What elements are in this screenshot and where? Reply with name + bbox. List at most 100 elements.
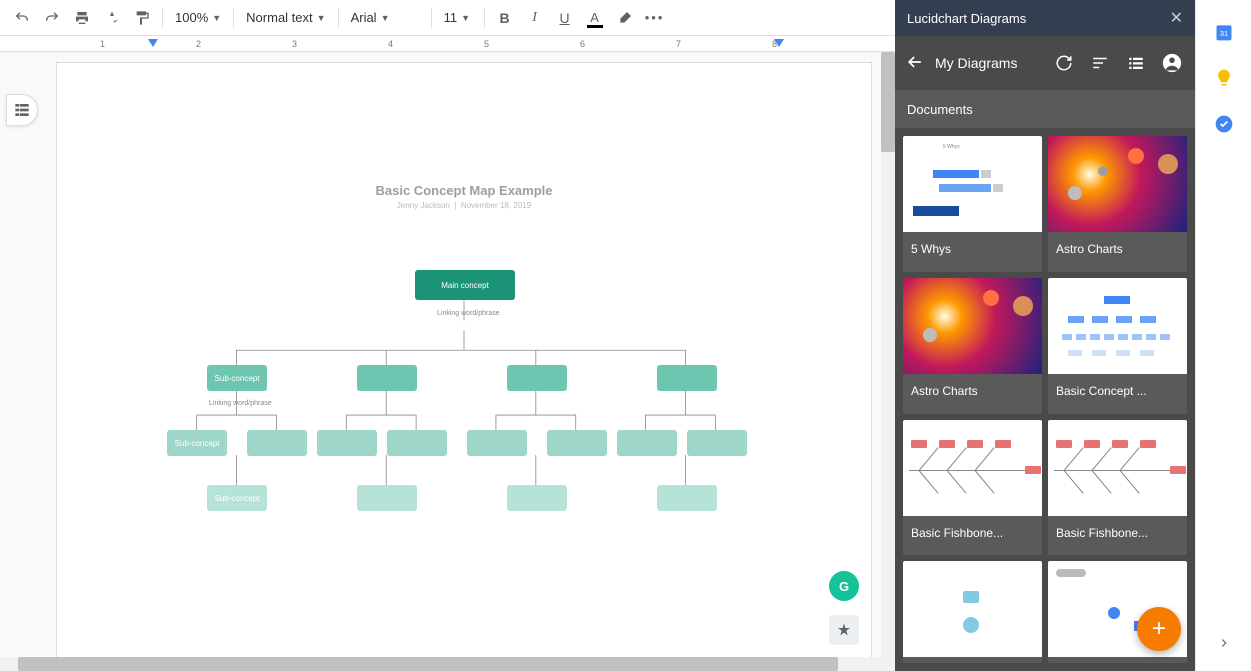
chevron-down-icon: ▼ — [317, 13, 326, 23]
redo-button[interactable] — [38, 4, 66, 32]
diagram-thumbnail: 5 Whys — [903, 136, 1042, 232]
calendar-icon[interactable]: 31 — [1214, 22, 1234, 42]
linking-label: Linking word/phrase — [437, 310, 500, 317]
google-side-rail: 31 — [1195, 0, 1251, 671]
text-color-button[interactable]: A — [581, 4, 609, 32]
diagram-label: 5 Whys — [903, 232, 1042, 266]
diagram-card-partial[interactable] — [903, 561, 1042, 663]
account-icon[interactable] — [1159, 50, 1185, 76]
tasks-icon[interactable] — [1214, 114, 1234, 134]
diagram-label: Astro Charts — [1048, 232, 1187, 266]
plus-icon: + — [1152, 615, 1166, 643]
sidepanel-nav: My Diagrams — [895, 36, 1195, 90]
diagram-thumbnail — [1048, 278, 1187, 374]
diagram-card-fishbone[interactable]: Basic Fishbone... — [903, 420, 1042, 556]
chevron-down-icon: ▼ — [212, 13, 221, 23]
more-button[interactable]: ••• — [641, 4, 669, 32]
separator — [484, 8, 485, 28]
font-value: Arial — [351, 10, 377, 25]
svg-text:31: 31 — [1219, 29, 1227, 38]
diagram-thumbnail — [1048, 136, 1187, 232]
chevron-down-icon: ▼ — [381, 13, 390, 23]
concept-map-diagram: Main concept Linking word/phrase Sub-con… — [57, 270, 871, 610]
sidepanel-header: Lucidchart Diagrams ✕ — [895, 0, 1195, 36]
leaf-box — [317, 430, 377, 456]
zoom-dropdown[interactable]: 100% ▼ — [169, 4, 227, 32]
diagram-label: Astro Charts — [903, 374, 1042, 408]
undo-button[interactable] — [8, 4, 36, 32]
leaf-box: Sub-concept — [207, 485, 267, 511]
horizontal-scrollbar[interactable] — [0, 657, 895, 671]
zoom-value: 100% — [175, 10, 208, 25]
bold-button[interactable]: B — [491, 4, 519, 32]
indent-marker-right[interactable] — [774, 39, 784, 49]
separator — [233, 8, 234, 28]
linking-label: Linking word/phrase — [209, 400, 272, 407]
refresh-icon[interactable] — [1051, 50, 1077, 76]
sub-concept-box — [507, 365, 567, 391]
close-icon[interactable]: ✕ — [1170, 8, 1183, 28]
page[interactable]: Basic Concept Map Example Jenny Jackson … — [56, 62, 872, 671]
expand-rail-icon[interactable] — [1217, 636, 1231, 653]
leaf-box — [357, 485, 417, 511]
lucidchart-sidepanel: Lucidchart Diagrams ✕ My Diagrams Docume… — [895, 0, 1195, 671]
spellcheck-button[interactable] — [98, 4, 126, 32]
highlight-button[interactable] — [611, 4, 639, 32]
document-area: Basic Concept Map Example Jenny Jackson … — [0, 52, 895, 671]
diagram-card-concept[interactable]: Basic Concept ... — [1048, 278, 1187, 414]
keep-icon[interactable] — [1214, 68, 1234, 88]
diagram-thumbnail — [903, 420, 1042, 516]
diagram-card-5whys[interactable]: 5 Whys 5 Whys — [903, 136, 1042, 272]
diagram-thumbnail — [903, 561, 1042, 657]
diagram-label: Basic Concept ... — [1048, 374, 1187, 408]
document-meta: Jenny Jackson | November 18, 2019 — [57, 201, 871, 210]
explore-button[interactable] — [829, 615, 859, 645]
style-dropdown[interactable]: Normal text ▼ — [240, 4, 331, 32]
leaf-box — [467, 430, 527, 456]
back-icon[interactable] — [905, 52, 925, 75]
document-outline-button[interactable] — [6, 94, 38, 126]
separator — [431, 8, 432, 28]
leaf-box — [547, 430, 607, 456]
style-value: Normal text — [246, 10, 312, 25]
diagram-grid: 5 Whys 5 Whys Astro Charts — [895, 128, 1195, 671]
separator — [338, 8, 339, 28]
main-concept-box: Main concept — [415, 270, 515, 300]
diagram-label: Basic Fishbone... — [903, 516, 1042, 550]
diagram-thumbnail — [903, 278, 1042, 374]
indent-marker-left[interactable] — [148, 39, 158, 49]
sidepanel-title: Lucidchart Diagrams — [907, 11, 1026, 26]
nav-title: My Diagrams — [935, 55, 1041, 71]
diagram-card-astro[interactable]: Astro Charts — [1048, 136, 1187, 272]
documents-section-header: Documents — [895, 90, 1195, 128]
italic-button[interactable]: I — [521, 4, 549, 32]
scrollbar-thumb[interactable] — [18, 657, 838, 671]
underline-button[interactable]: U — [551, 4, 579, 32]
sub-concept-box: Sub-concept — [207, 365, 267, 391]
leaf-box — [657, 485, 717, 511]
new-diagram-fab[interactable]: + — [1137, 607, 1181, 651]
grammarly-icon[interactable]: G — [829, 571, 859, 601]
vertical-scrollbar[interactable] — [881, 52, 895, 671]
sub-concept-box — [357, 365, 417, 391]
leaf-box: Sub-concept — [167, 430, 227, 456]
paint-format-button[interactable] — [128, 4, 156, 32]
leaf-box — [617, 430, 677, 456]
sort-icon[interactable] — [1087, 50, 1113, 76]
leaf-box — [247, 430, 307, 456]
font-dropdown[interactable]: Arial ▼ — [345, 4, 425, 32]
scrollbar-thumb[interactable] — [881, 52, 895, 152]
leaf-box — [507, 485, 567, 511]
diagram-card-astro[interactable]: Astro Charts — [903, 278, 1042, 414]
fontsize-dropdown[interactable]: 11▼ — [438, 4, 478, 32]
print-button[interactable] — [68, 4, 96, 32]
diagram-label: Basic Fishbone... — [1048, 516, 1187, 550]
separator — [162, 8, 163, 28]
diagram-card-fishbone[interactable]: Basic Fishbone... — [1048, 420, 1187, 556]
chevron-down-icon: ▼ — [461, 13, 470, 23]
list-view-icon[interactable] — [1123, 50, 1149, 76]
fontsize-value: 11 — [444, 10, 458, 25]
diagram-thumbnail — [1048, 420, 1187, 516]
leaf-box — [387, 430, 447, 456]
leaf-box — [687, 430, 747, 456]
